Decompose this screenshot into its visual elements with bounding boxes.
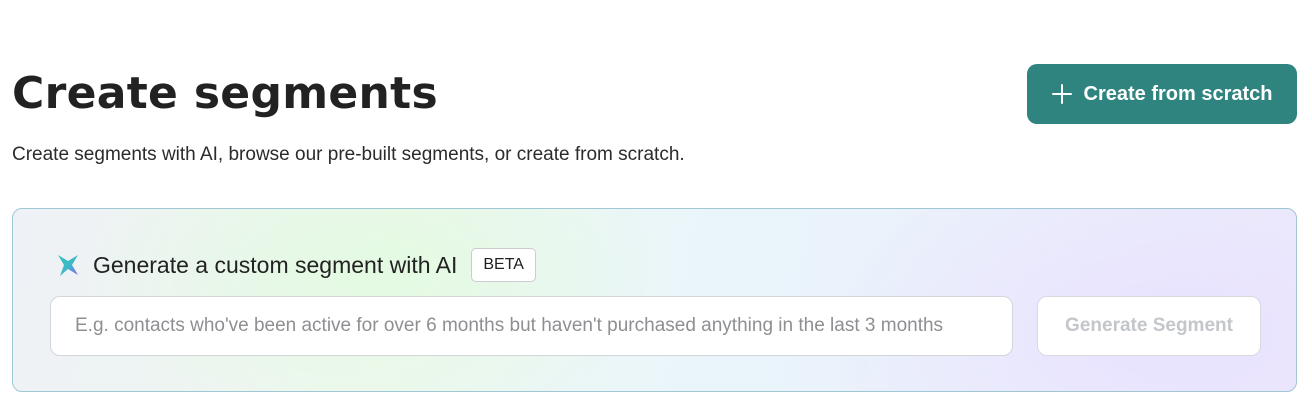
create-segments-page: Create segments Create segments with AI,…	[0, 0, 1312, 405]
ai-generator-header: Generate a custom segment with AI BETA	[55, 247, 536, 283]
ai-generator-title: Generate a custom segment with AI	[93, 252, 458, 278]
create-from-scratch-label: Create from scratch	[1083, 82, 1273, 105]
beta-badge: BETA	[471, 248, 536, 282]
sparkle-icon	[58, 255, 78, 276]
generate-segment-button[interactable]: Generate Segment	[1037, 296, 1261, 356]
plus-icon	[1051, 84, 1072, 104]
ai-segment-generator-card: Generate a custom segment with AI BETA G…	[12, 208, 1297, 392]
create-from-scratch-button[interactable]: Create from scratch	[1027, 64, 1297, 124]
ai-segment-prompt-input[interactable]	[50, 296, 1013, 356]
page-title: Create segments	[12, 68, 438, 119]
page-subtitle: Create segments with AI, browse our pre-…	[12, 144, 685, 165]
